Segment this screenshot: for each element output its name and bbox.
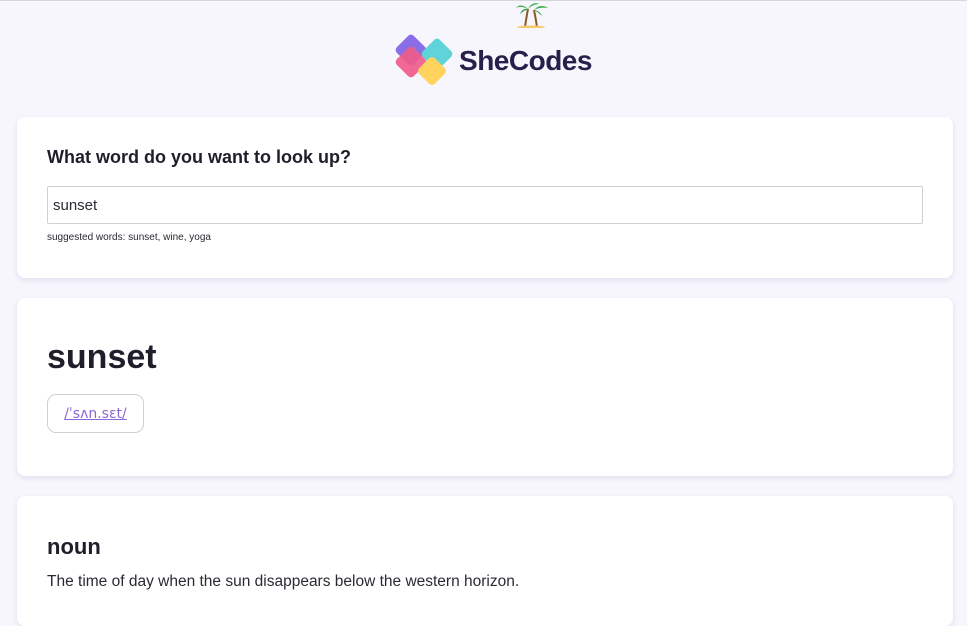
palm-tree-icon: [516, 3, 549, 28]
meaning-card: noun The time of day when the sun disapp…: [17, 496, 953, 626]
brand-name: SheCodes: [459, 45, 592, 76]
search-title: What word do you want to look up?: [47, 147, 351, 167]
part-of-speech: noun: [47, 534, 101, 559]
suggested-words-hint: suggested words: sunset, wine, yoga: [47, 232, 211, 243]
word-title: sunset: [47, 338, 157, 376]
search-input[interactable]: [47, 186, 923, 224]
shecodes-logo-icon: [395, 34, 453, 85]
word-card: sunset /ˈsʌn.sɛt/: [17, 298, 953, 476]
shecodes-logo[interactable]: SheCodes: [395, 3, 592, 88]
phonetic-link[interactable]: /ˈsʌn.sɛt/: [47, 394, 144, 433]
search-card: What word do you want to look up? sugges…: [17, 117, 953, 278]
definition-text: The time of day when the sun disappears …: [47, 573, 520, 590]
header: SheCodes: [0, 1, 967, 117]
